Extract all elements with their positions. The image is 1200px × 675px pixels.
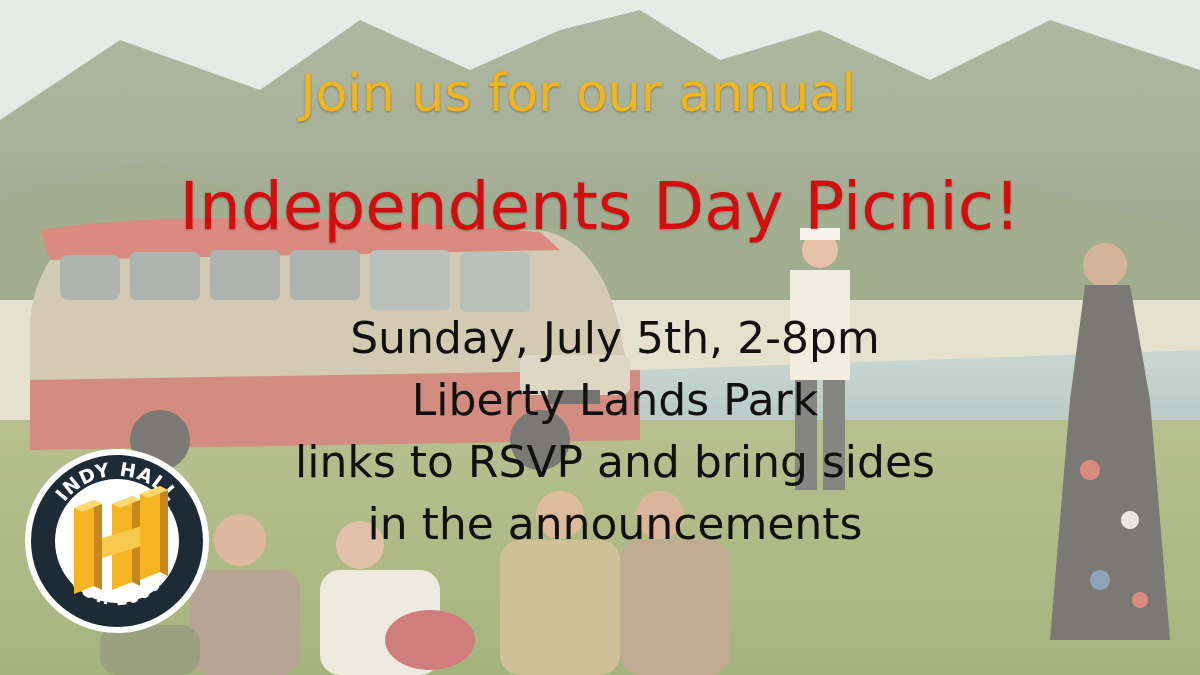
rsvp-note: links to RSVP and bring sides <box>295 437 935 488</box>
event-title: Independents Day Picnic! <box>179 168 1021 245</box>
event-details: Sunday, July 5th, 2-8pm Liberty Lands Pa… <box>200 308 1030 556</box>
event-date-time: Sunday, July 5th, 2-8pm <box>350 313 880 364</box>
event-location: Liberty Lands Park <box>411 375 819 426</box>
announcements-note: in the announcements <box>367 499 863 550</box>
indy-hall-logo: INDY HALL EST. 2006 <box>22 446 212 636</box>
intro-heading: Join us for our annual <box>300 64 856 124</box>
